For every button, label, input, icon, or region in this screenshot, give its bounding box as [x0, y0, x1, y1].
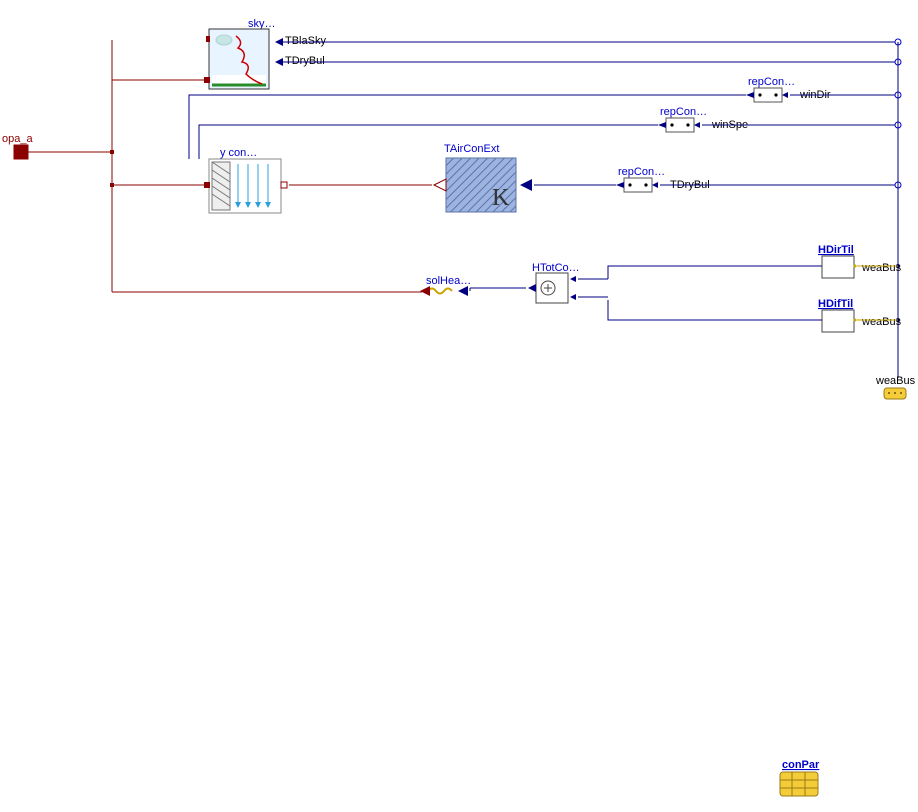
svg-text:TAirConExt: TAirConExt: [444, 143, 499, 155]
block-con[interactable]: y con…: [209, 147, 287, 213]
block-hdirtil[interactable]: HDirTil weaBus: [818, 244, 902, 278]
port-opa-a-label: opa_a: [2, 133, 33, 145]
svg-text:HDifTil: HDifTil: [818, 298, 853, 310]
svg-text:weaBus: weaBus: [875, 375, 916, 387]
block-sky[interactable]: sky…: [209, 18, 276, 89]
port-opa-a[interactable]: opa_a: [2, 133, 33, 159]
svg-text:conPar: conPar: [782, 759, 820, 771]
connector-solhea[interactable]: solHea…: [420, 275, 471, 296]
svg-text:y con…: y con…: [220, 147, 257, 159]
block-repcon-tdrybul[interactable]: repCon… TDryBul: [616, 166, 710, 192]
svg-text:solHea…: solHea…: [426, 275, 471, 287]
svg-text:HTotCo…: HTotCo…: [532, 262, 580, 274]
block-repcon-windir[interactable]: repCon… winDir: [746, 76, 831, 102]
svg-text:repCon…: repCon…: [748, 76, 795, 88]
svg-text:weaBus: weaBus: [861, 262, 902, 274]
signal-tblasky: TBlaSky: [275, 35, 326, 47]
block-hdiftil[interactable]: HDifTil weaBus: [818, 298, 902, 332]
svg-text:repCon…: repCon…: [618, 166, 665, 178]
block-tairconext[interactable]: TAirConExt K: [434, 143, 532, 212]
signal-tdrybul-top: TDryBul: [275, 55, 325, 67]
svg-text:TDryBul: TDryBul: [285, 55, 325, 67]
svg-text:repCon…: repCon…: [660, 106, 707, 118]
port-weabus[interactable]: weaBus: [875, 375, 916, 399]
diagram-canvas: opa_a sky… TBlaSky TDryBul repCon… winDi…: [0, 0, 918, 812]
kelvin-symbol: K: [492, 185, 510, 211]
svg-text:HDirTil: HDirTil: [818, 244, 854, 256]
block-conpar[interactable]: conPar: [780, 759, 820, 796]
block-htotco[interactable]: HTotCo…: [528, 262, 580, 303]
svg-text:weaBus: weaBus: [861, 316, 902, 328]
block-repcon-winspe[interactable]: repCon… winSpe: [658, 106, 748, 132]
svg-text:TBlaSky: TBlaSky: [285, 35, 326, 47]
block-sky-label: sky…: [248, 18, 276, 30]
